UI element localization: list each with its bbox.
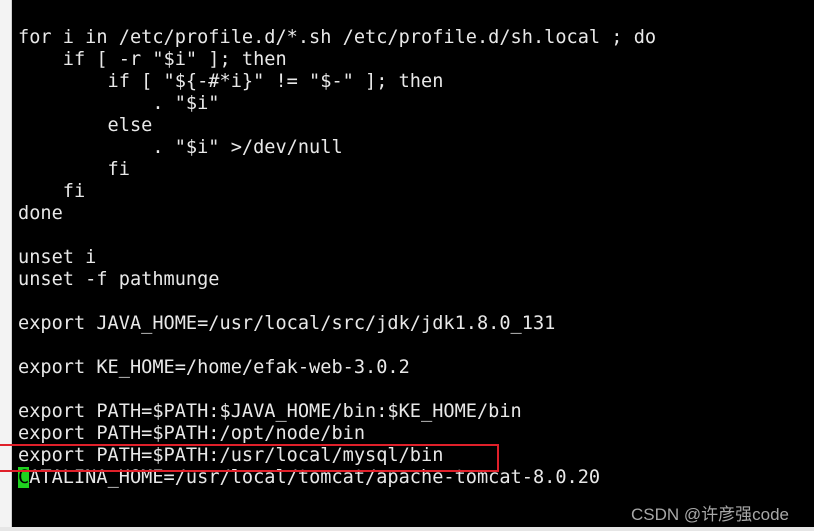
terminal-line: export JAVA_HOME=/usr/local/src/jdk/jdk1… bbox=[18, 313, 556, 334]
terminal-line: else bbox=[18, 115, 153, 136]
terminal-line: . "$i" >/dev/null bbox=[18, 137, 343, 158]
terminal-line: export PATH=$PATH:$JAVA_HOME/bin:$KE_HOM… bbox=[18, 401, 522, 422]
terminal-line: fi bbox=[18, 181, 86, 202]
terminal-line: . "$i" bbox=[18, 93, 220, 114]
terminal-line: if [ "${-#*i}" != "$-" ]; then bbox=[18, 71, 444, 92]
watermark: CSDN @许彦强code bbox=[631, 505, 790, 524]
window-bottom-edge bbox=[0, 527, 814, 531]
terminal-line: fi bbox=[18, 159, 130, 180]
terminal-line: unset i bbox=[18, 247, 97, 268]
terminal-line: done bbox=[18, 203, 63, 224]
terminal-line: export KE_HOME=/home/efak-web-3.0.2 bbox=[18, 357, 410, 378]
terminal-line: unset -f pathmunge bbox=[18, 269, 220, 290]
terminal-line: if [ -r "$i" ]; then bbox=[18, 49, 287, 70]
highlight-box bbox=[0, 444, 499, 472]
terminal-line: export PATH=$PATH:/opt/node/bin bbox=[18, 423, 366, 444]
terminal-line: for i in /etc/profile.d/*.sh /etc/profil… bbox=[18, 27, 657, 48]
terminal-text[interactable]: fi for i in /etc/profile.d/*.sh /etc/prof… bbox=[18, 0, 656, 489]
